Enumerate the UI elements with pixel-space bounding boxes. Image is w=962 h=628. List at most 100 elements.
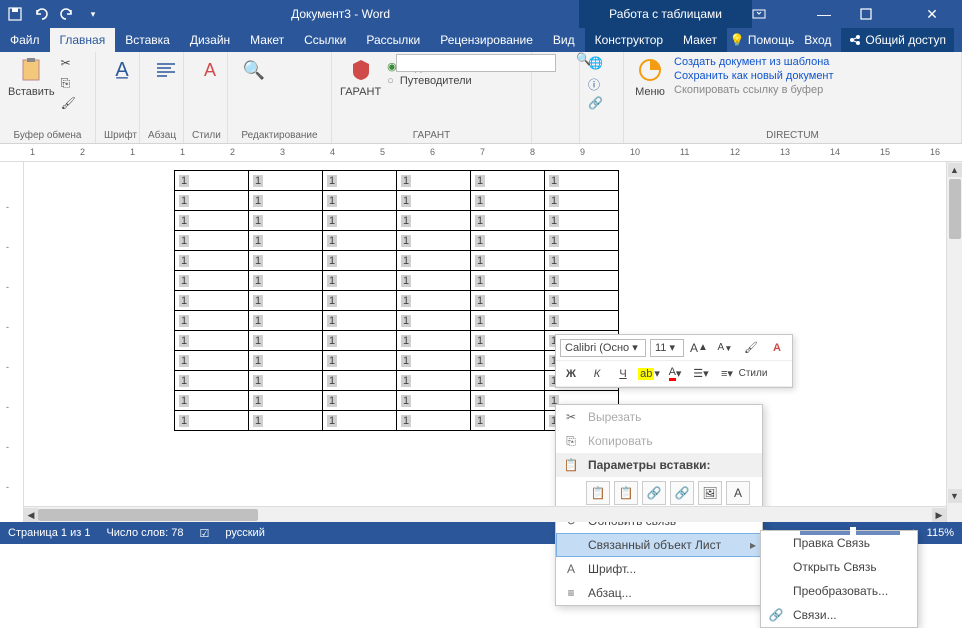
tab-layout[interactable]: Макет: [240, 28, 294, 52]
bold-button[interactable]: Ж: [560, 363, 582, 385]
table-cell[interactable]: 1: [249, 351, 323, 371]
maximize-icon[interactable]: [860, 8, 896, 20]
format-painter-mini-icon[interactable]: 🖌: [740, 337, 762, 359]
hscroll-thumb[interactable]: [38, 509, 258, 521]
grow-font-icon[interactable]: A▲: [688, 337, 710, 359]
share-button[interactable]: Общий доступ: [841, 28, 954, 52]
table-cell[interactable]: 1: [323, 191, 397, 211]
table-cell[interactable]: 1: [471, 171, 545, 191]
table-cell[interactable]: 1: [175, 251, 249, 271]
table-cell[interactable]: 1: [249, 311, 323, 331]
cut-icon[interactable]: ✂: [61, 56, 81, 74]
table-cell[interactable]: 1: [249, 391, 323, 411]
table-cell[interactable]: 1: [323, 251, 397, 271]
tab-view[interactable]: Вид: [543, 28, 585, 52]
table-cell[interactable]: 1: [249, 191, 323, 211]
scroll-up-icon[interactable]: ▲: [948, 163, 962, 177]
table-cell[interactable]: 1: [323, 331, 397, 351]
styles-dropdown[interactable]: Стили: [742, 363, 764, 385]
table-cell[interactable]: 1: [397, 211, 471, 231]
scroll-left-icon[interactable]: ◀: [24, 508, 38, 522]
language-status[interactable]: русский: [225, 527, 264, 539]
sub-open-link[interactable]: Открыть Связь: [761, 555, 917, 579]
table-cell[interactable]: 1: [545, 191, 619, 211]
tell-me-search[interactable]: [396, 54, 556, 72]
table-cell[interactable]: 1: [175, 311, 249, 331]
search-icon[interactable]: 🔍: [576, 52, 591, 66]
sub-convert[interactable]: Преобразовать...: [761, 579, 917, 603]
table-cell[interactable]: 1: [471, 191, 545, 211]
table-cell[interactable]: 1: [249, 171, 323, 191]
menu-button[interactable]: Меню: [632, 56, 668, 98]
table-cell[interactable]: 1: [249, 291, 323, 311]
paste-opt-merge[interactable]: 📋: [614, 481, 638, 505]
undo-icon[interactable]: [32, 5, 50, 23]
zoom-level[interactable]: 115%: [927, 527, 954, 539]
italic-button[interactable]: К: [586, 363, 608, 385]
table-cell[interactable]: 1: [175, 211, 249, 231]
table-cell[interactable]: 1: [249, 211, 323, 231]
directum-save-link[interactable]: Сохранить как новый документ: [674, 70, 834, 82]
help-button[interactable]: 💡 Помощь: [730, 33, 795, 47]
tab-review[interactable]: Рецензирование: [430, 28, 543, 52]
table-cell[interactable]: 1: [471, 351, 545, 371]
paste-opt-keep-source[interactable]: 📋: [586, 481, 610, 505]
table-cell[interactable]: 1: [397, 271, 471, 291]
table-cell[interactable]: 1: [397, 291, 471, 311]
scroll-right-icon[interactable]: ▶: [932, 508, 946, 522]
paste-button[interactable]: Вставить: [8, 56, 55, 98]
format-painter-icon[interactable]: 🖌: [61, 96, 81, 114]
table-cell[interactable]: 1: [175, 191, 249, 211]
table-cell[interactable]: 1: [545, 231, 619, 251]
table-cell[interactable]: 1: [175, 371, 249, 391]
guide-button[interactable]: ○Путеводители: [387, 75, 471, 87]
paste-opt-link-merge[interactable]: 🔗: [670, 481, 694, 505]
tab-file[interactable]: Файл: [0, 28, 50, 52]
shrink-font-icon[interactable]: A▼: [714, 337, 736, 359]
table-cell[interactable]: 1: [545, 211, 619, 231]
link-icon[interactable]: 🔗: [588, 96, 608, 114]
page-status[interactable]: Страница 1 из 1: [8, 527, 90, 539]
ctx-cut[interactable]: ✂Вырезать: [556, 405, 762, 429]
table-cell[interactable]: 1: [471, 231, 545, 251]
horizontal-scrollbar[interactable]: ◀ ▶: [24, 506, 946, 522]
table-cell[interactable]: 1: [397, 371, 471, 391]
table-cell[interactable]: 1: [397, 411, 471, 431]
paste-opt-picture[interactable]: 🖼: [698, 481, 722, 505]
table-cell[interactable]: 1: [323, 231, 397, 251]
horizontal-ruler[interactable]: 1211234567891011121314151617: [0, 144, 962, 162]
tab-table-layout[interactable]: Макет: [673, 28, 727, 52]
table-cell[interactable]: 1: [323, 211, 397, 231]
garant-button[interactable]: ГАРАНТ: [340, 56, 381, 98]
table-cell[interactable]: 1: [397, 351, 471, 371]
directum-create-link[interactable]: Создать документ из шаблона: [674, 56, 834, 68]
page[interactable]: 1111111111111111111111111111111111111111…: [24, 162, 962, 522]
font-group-button[interactable]: A̲: [104, 56, 140, 84]
font-color-icon[interactable]: A▾: [664, 363, 686, 385]
table-cell[interactable]: 1: [323, 371, 397, 391]
redo-icon[interactable]: [58, 5, 76, 23]
table-cell[interactable]: 1: [175, 331, 249, 351]
table-cell[interactable]: 1: [249, 251, 323, 271]
styles-group-button[interactable]: A: [192, 56, 228, 84]
scroll-down-icon[interactable]: ▼: [948, 489, 962, 503]
globe-icon[interactable]: 🌐: [588, 56, 608, 74]
table-cell[interactable]: 1: [471, 331, 545, 351]
tab-insert[interactable]: Вставка: [115, 28, 180, 52]
signin-button[interactable]: Вход: [804, 33, 831, 47]
table-cell[interactable]: 1: [545, 291, 619, 311]
styles-mini-button[interactable]: A: [766, 337, 788, 359]
table-cell[interactable]: 1: [471, 291, 545, 311]
table-cell[interactable]: 1: [175, 391, 249, 411]
tab-home[interactable]: Главная: [50, 28, 116, 52]
table-cell[interactable]: 1: [471, 211, 545, 231]
table-cell[interactable]: 1: [323, 291, 397, 311]
proofing-icon[interactable]: ☑: [200, 527, 210, 540]
table-cell[interactable]: 1: [545, 271, 619, 291]
table-cell[interactable]: 1: [397, 231, 471, 251]
word-count[interactable]: Число слов: 78: [106, 527, 183, 539]
document-table[interactable]: 1111111111111111111111111111111111111111…: [174, 170, 619, 431]
tab-constructor[interactable]: Конструктор: [585, 28, 673, 52]
table-cell[interactable]: 1: [249, 231, 323, 251]
tab-references[interactable]: Ссылки: [294, 28, 356, 52]
